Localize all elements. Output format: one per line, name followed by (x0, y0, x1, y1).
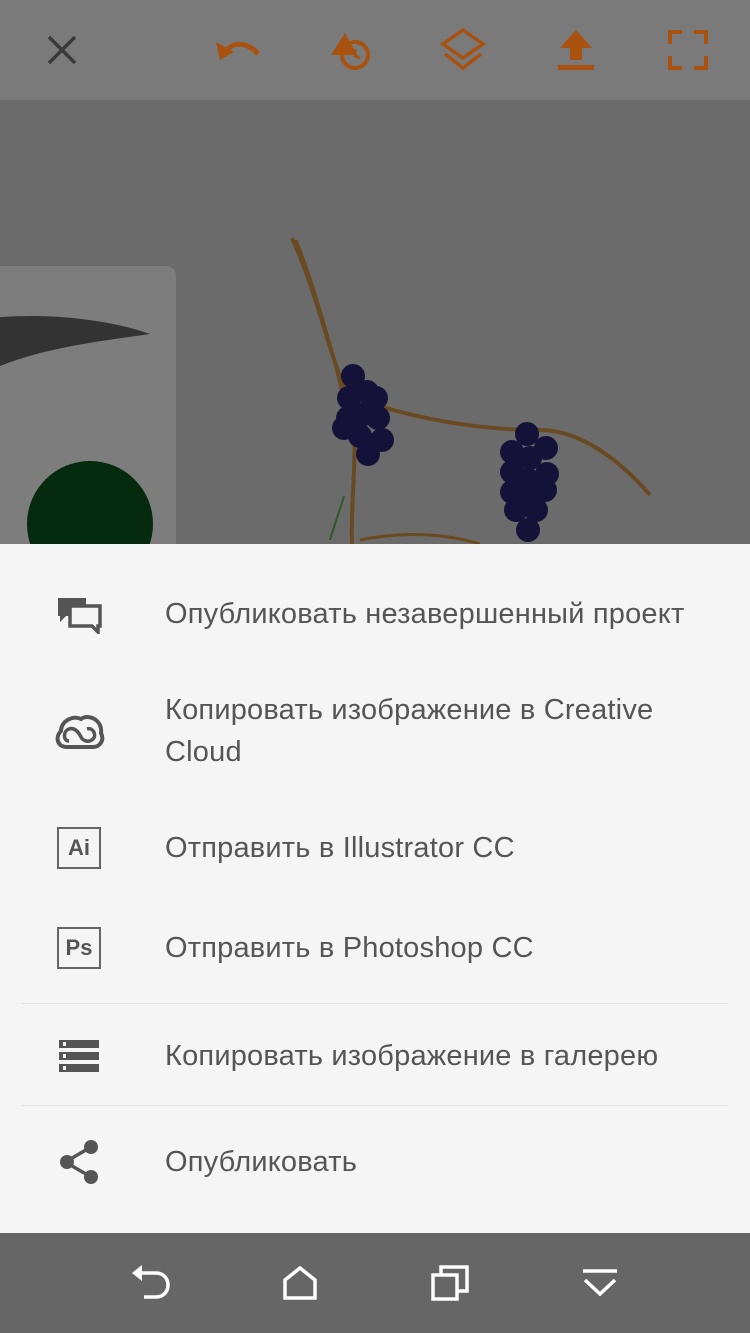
close-button[interactable] (34, 22, 90, 78)
illustrator-badge: Ai (57, 827, 101, 869)
menu-item-share[interactable]: Опубликовать (0, 1112, 750, 1212)
hide-keyboard-button[interactable] (572, 1255, 628, 1311)
menu-item-copy-to-gallery[interactable]: Копировать изображение в галерею (0, 1006, 750, 1106)
top-toolbar (0, 0, 750, 101)
divider (22, 1003, 728, 1004)
menu-item-send-to-photoshop[interactable]: Ps Отправить в Photoshop CC (0, 898, 750, 998)
close-icon (47, 35, 77, 65)
artwork (290, 237, 652, 544)
undo-button[interactable] (209, 22, 265, 78)
recents-button[interactable] (422, 1255, 478, 1311)
chat-bubbles-icon (50, 585, 108, 643)
menu-item-publish-unfinished[interactable]: Опубликовать незавершенный проект (0, 564, 750, 664)
layers-button[interactable] (435, 22, 491, 78)
layers-icon (439, 27, 487, 71)
shapes-button[interactable] (322, 22, 378, 78)
photoshop-badge: Ps (57, 927, 101, 969)
creative-cloud-icon (50, 702, 108, 760)
drawing-canvas[interactable] (0, 100, 750, 544)
fullscreen-button[interactable] (660, 22, 716, 78)
menu-item-send-to-illustrator[interactable]: Ai Отправить в Illustrator CC (0, 798, 750, 898)
home-button[interactable] (272, 1255, 328, 1311)
gallery-icon (50, 1027, 108, 1085)
shapes-icon (331, 33, 370, 70)
system-navigation-bar (0, 1233, 750, 1333)
menu-label: Копировать изображение в галерею (165, 1040, 659, 1072)
fullscreen-icon (668, 30, 708, 70)
photoshop-icon: Ps (50, 919, 108, 977)
menu-label: Опубликовать (165, 1146, 358, 1178)
upload-button[interactable] (548, 22, 604, 78)
share-bottom-sheet: Опубликовать незавершенный проект Копиро… (0, 544, 750, 1233)
home-icon (283, 1266, 317, 1300)
divider (22, 1105, 728, 1106)
recents-icon (431, 1265, 469, 1301)
undo-icon (216, 41, 260, 60)
upload-icon (558, 30, 594, 70)
back-button[interactable] (122, 1255, 178, 1311)
illustrator-icon: Ai (50, 819, 108, 877)
share-icon (50, 1133, 108, 1191)
menu-label: Отправить в Photoshop CC (165, 932, 534, 964)
menu-label: Отправить в Illustrator CC (165, 832, 515, 864)
menu-item-copy-to-creative-cloud[interactable]: Копировать изображение в Creative Cloud (0, 678, 750, 784)
menu-label: Опубликовать незавершенный проект (165, 598, 685, 630)
hide-keyboard-icon (583, 1269, 617, 1297)
menu-label: Копировать изображение в Creative Cloud (165, 694, 654, 768)
back-icon (132, 1265, 170, 1299)
